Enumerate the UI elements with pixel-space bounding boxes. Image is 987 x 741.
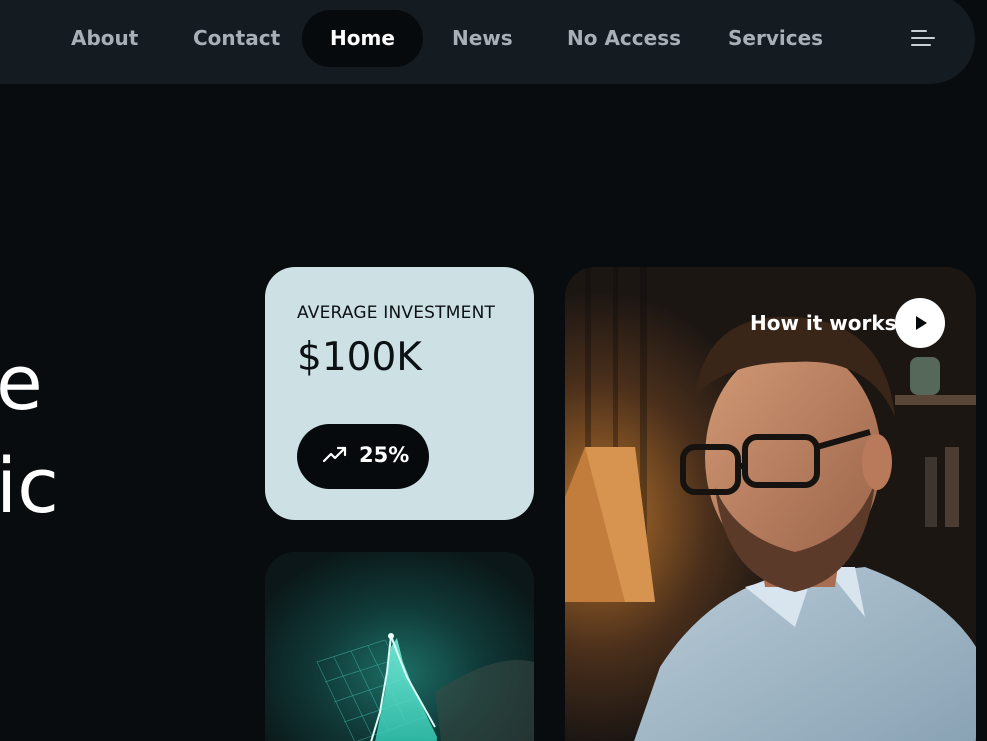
trending-up-icon bbox=[323, 446, 347, 463]
nav-item-services[interactable]: Services bbox=[700, 10, 851, 67]
how-it-works-label[interactable]: How it works bbox=[750, 311, 897, 335]
play-button[interactable] bbox=[895, 298, 945, 348]
nav-item-no-access[interactable]: No Access bbox=[539, 10, 709, 67]
play-icon bbox=[916, 316, 927, 330]
nav-item-about[interactable]: About bbox=[43, 10, 166, 67]
how-it-works-video-card[interactable]: How it works bbox=[565, 267, 976, 741]
hero-title-line-1: e bbox=[0, 338, 43, 427]
hero-title-line-2: ic bbox=[0, 441, 59, 530]
growth-badge[interactable]: 25% bbox=[297, 424, 429, 489]
nav-item-contact[interactable]: Contact bbox=[165, 10, 308, 67]
investment-value: $100K bbox=[297, 335, 422, 380]
growth-value: 25% bbox=[359, 443, 410, 467]
top-navigation: About Contact Home News No Access Servic… bbox=[0, 0, 975, 84]
average-investment-card: AVERAGE INVESTMENT $100K 25% bbox=[265, 267, 534, 520]
investment-label: AVERAGE INVESTMENT bbox=[297, 303, 496, 323]
nav-item-home[interactable]: Home bbox=[302, 10, 423, 67]
growth-chart-image bbox=[265, 552, 534, 741]
page: About Contact Home News No Access Servic… bbox=[0, 0, 987, 741]
menu-lines-icon[interactable] bbox=[905, 21, 941, 57]
nav-item-news[interactable]: News bbox=[424, 10, 541, 67]
